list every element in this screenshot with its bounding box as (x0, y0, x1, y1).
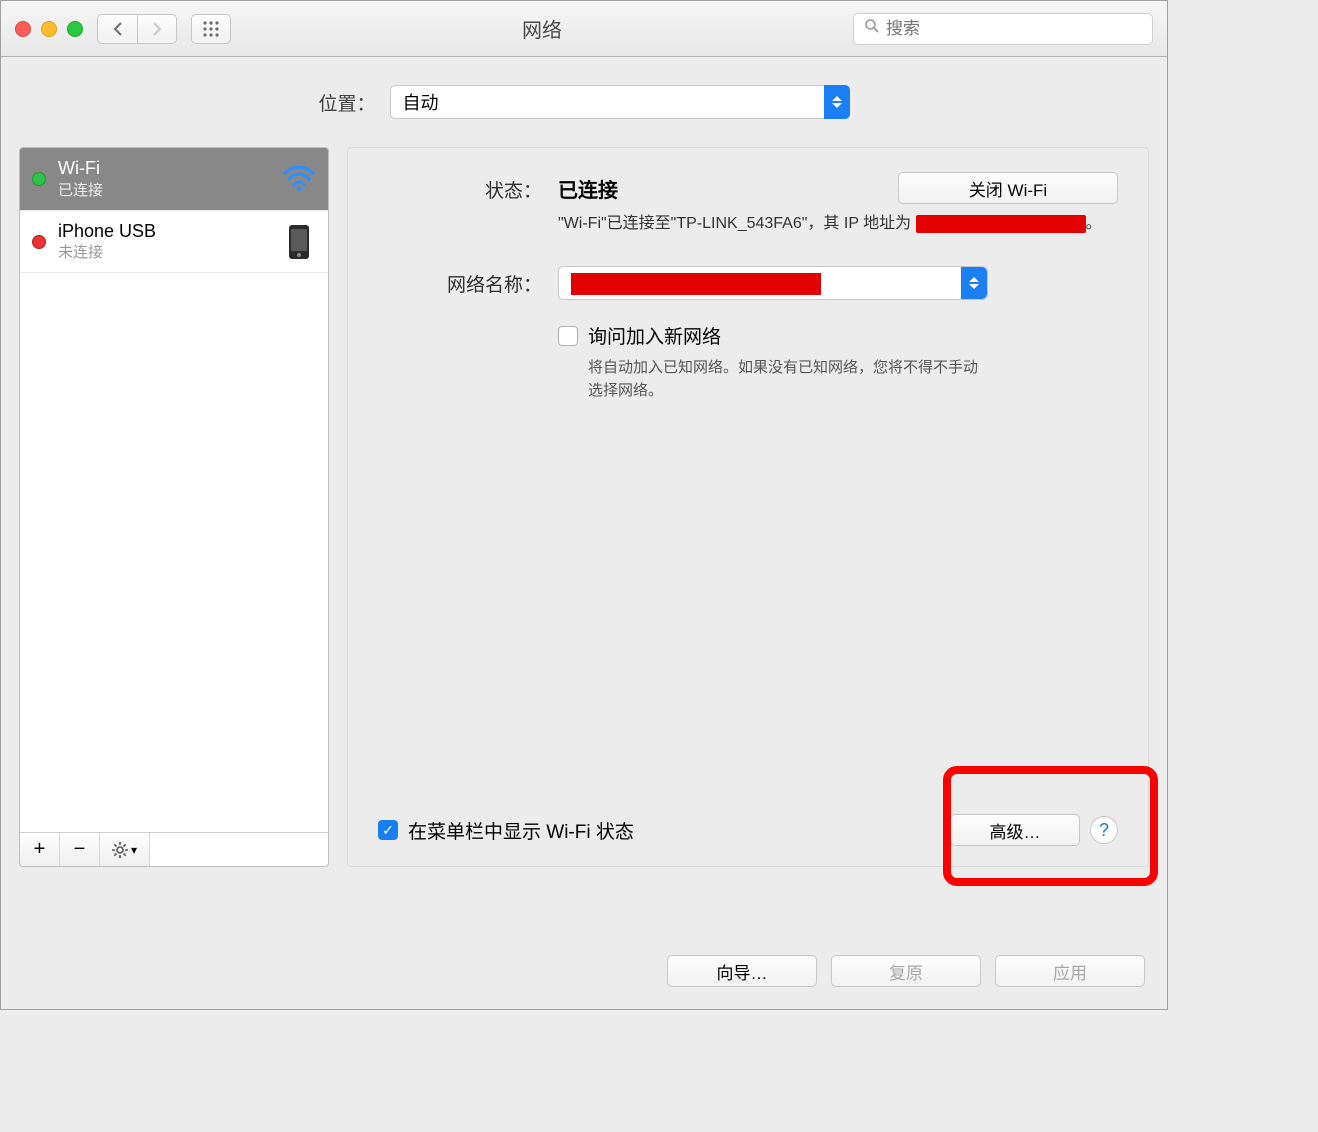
status-note: "Wi-Fi"已连接至"TP-LINK_543FA6"，其 IP 地址为 。 (558, 212, 1118, 236)
show-status-label: 在菜单栏中显示 Wi-Fi 状态 (408, 817, 634, 844)
search-field[interactable] (853, 13, 1153, 45)
network-name-label: 网络名称： (378, 266, 558, 297)
ask-join-label: 询问加入新网络 (588, 322, 721, 349)
service-sidebar: Wi-Fi 已连接 iPhone (19, 147, 329, 867)
show-status-checkbox[interactable]: ✓ (378, 820, 398, 840)
sidebar-actions: + − ▾ (20, 832, 328, 866)
minimize-window-button[interactable] (41, 21, 57, 37)
network-name-select[interactable] (558, 266, 988, 300)
service-options-button[interactable]: ▾ (100, 833, 150, 866)
location-label: 位置： (318, 89, 375, 116)
footer-buttons: 向导… 复原 应用 (667, 955, 1145, 987)
ask-join-checkbox[interactable] (558, 326, 578, 346)
location-row: 位置： 自动 (1, 57, 1167, 147)
detail-pane: 状态： 已连接 关闭 Wi-Fi "Wi-Fi"已连接至"TP-LINK_543… (347, 147, 1149, 867)
close-window-button[interactable] (15, 21, 31, 37)
location-value: 自动 (403, 89, 439, 115)
iphone-icon (282, 225, 316, 259)
search-icon (864, 18, 880, 39)
add-service-button[interactable]: + (20, 833, 60, 866)
service-name: iPhone USB (58, 221, 270, 242)
gear-icon (112, 842, 128, 858)
forward-button[interactable] (137, 14, 177, 44)
service-list: Wi-Fi 已连接 iPhone (20, 148, 328, 832)
service-item-wifi[interactable]: Wi-Fi 已连接 (20, 148, 328, 211)
status-label: 状态： (378, 172, 558, 203)
chevron-down-icon: ▾ (131, 843, 137, 857)
wifi-icon (282, 162, 316, 196)
status-value: 已连接 (558, 174, 618, 203)
show-all-button[interactable] (191, 14, 231, 44)
status-dot-icon (32, 172, 46, 186)
service-item-iphone-usb[interactable]: iPhone USB 未连接 (20, 211, 328, 274)
redacted-network-name (571, 273, 821, 295)
advanced-button[interactable]: 高级… (950, 814, 1080, 846)
window-controls (15, 21, 83, 37)
redacted-ip (916, 215, 1086, 233)
chevron-right-icon (151, 21, 163, 37)
maximize-window-button[interactable] (67, 21, 83, 37)
grid-icon (202, 20, 220, 38)
ask-join-hint: 将自动加入已知网络。如果没有已知网络，您将不得不手动选择网络。 (558, 357, 978, 402)
remove-service-button[interactable]: − (60, 833, 100, 866)
chevron-updown-icon (961, 267, 987, 299)
back-button[interactable] (97, 14, 137, 44)
service-status: 已连接 (58, 179, 270, 200)
nav-buttons (97, 14, 177, 44)
window-title: 网络 (245, 14, 839, 43)
wifi-toggle-button[interactable]: 关闭 Wi-Fi (898, 172, 1118, 204)
assist-button[interactable]: 向导… (667, 955, 817, 987)
location-select[interactable]: 自动 (390, 85, 850, 119)
status-dot-icon (32, 235, 46, 249)
apply-button[interactable]: 应用 (995, 955, 1145, 987)
revert-button[interactable]: 复原 (831, 955, 981, 987)
service-name: Wi-Fi (58, 158, 270, 179)
titlebar: 网络 (1, 1, 1167, 57)
chevron-left-icon (112, 21, 124, 37)
search-input[interactable] (886, 19, 1142, 39)
service-status: 未连接 (58, 241, 270, 262)
chevron-updown-icon (824, 85, 850, 119)
help-button[interactable]: ? (1090, 816, 1118, 844)
